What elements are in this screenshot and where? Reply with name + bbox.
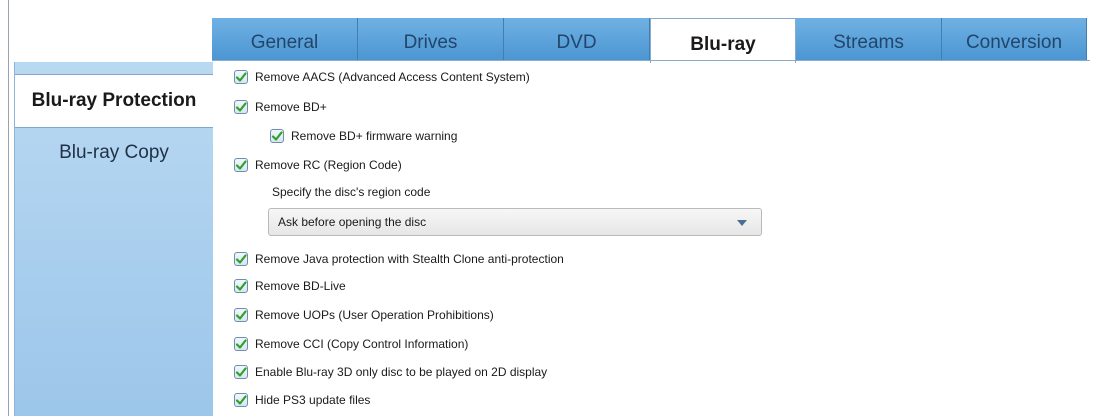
option-remove-bdplus-warning: Remove BD+ firmware warning xyxy=(270,127,457,145)
tab-label: General xyxy=(250,32,319,53)
option-remove-bdplus: Remove BD+ xyxy=(234,98,327,116)
checkbox-checked-icon[interactable] xyxy=(234,393,248,407)
option-label: Remove Java protection with Stealth Clon… xyxy=(255,252,564,266)
window-left-border xyxy=(8,0,9,416)
checkbox-checked-icon[interactable] xyxy=(234,365,248,379)
checkbox-checked-icon[interactable] xyxy=(234,308,248,322)
checkbox-checked-icon[interactable] xyxy=(234,279,248,293)
tab-label: Streams xyxy=(833,32,904,53)
option-remove-cci: Remove CCI (Copy Control Information) xyxy=(234,335,468,353)
checkbox-checked-icon[interactable] xyxy=(234,100,248,114)
option-label: Remove RC (Region Code) xyxy=(255,158,402,172)
tab-general[interactable]: General xyxy=(212,18,358,61)
sidebar-item-label: Blu-ray Protection xyxy=(31,90,197,111)
region-code-label: Specify the disc's region code xyxy=(272,185,431,199)
tab-label: Conversion xyxy=(965,32,1063,53)
tab-streams[interactable]: Streams xyxy=(796,18,942,61)
option-remove-uops: Remove UOPs (User Operation Prohibitions… xyxy=(234,306,494,324)
option-remove-rc: Remove RC (Region Code) xyxy=(234,156,402,174)
region-code-select[interactable]: Ask before opening the disc xyxy=(268,208,762,236)
tab-bluray[interactable]: Blu-ray xyxy=(650,18,796,63)
sidebar-item-bluray-copy[interactable]: Blu-ray Copy xyxy=(15,126,213,180)
option-label: Remove AACS (Advanced Access Content Sys… xyxy=(255,70,530,84)
checkbox-checked-icon[interactable] xyxy=(234,337,248,351)
option-hide-ps3: Hide PS3 update files xyxy=(234,391,370,409)
option-label: Remove BD+ firmware warning xyxy=(291,129,458,143)
sidebar: Blu-ray Protection Blu-ray Copy xyxy=(14,62,213,416)
checkbox-checked-icon[interactable] xyxy=(270,129,284,143)
option-remove-aacs: Remove AACS (Advanced Access Content Sys… xyxy=(234,68,530,86)
sidebar-item-bluray-protection[interactable]: Blu-ray Protection xyxy=(15,74,213,128)
option-remove-java: Remove Java protection with Stealth Clon… xyxy=(234,250,564,268)
region-code-value: Ask before opening the disc xyxy=(278,215,427,229)
option-label: Remove BD-Live xyxy=(255,279,346,293)
tab-label: DVD xyxy=(556,32,597,53)
option-label: Hide PS3 update files xyxy=(255,393,371,407)
tab-dvd[interactable]: DVD xyxy=(504,18,650,61)
option-label: Enable Blu-ray 3D only disc to be played… xyxy=(255,365,548,379)
option-remove-bdlive: Remove BD-Live xyxy=(234,277,346,295)
tab-label: Drives xyxy=(403,32,458,53)
tab-label: Blu-ray xyxy=(690,34,756,55)
tab-bar: General Drives DVD Blu-ray Streams Conve… xyxy=(212,18,1087,63)
tab-underline xyxy=(212,60,1090,61)
option-label: Remove BD+ xyxy=(255,100,327,114)
option-label: Remove CCI (Copy Control Information) xyxy=(255,337,469,351)
sidebar-item-label: Blu-ray Copy xyxy=(59,142,169,163)
chevron-down-icon[interactable] xyxy=(737,220,747,226)
checkbox-checked-icon[interactable] xyxy=(234,70,248,84)
checkbox-checked-icon[interactable] xyxy=(234,252,248,266)
tab-drives[interactable]: Drives xyxy=(358,18,504,61)
tab-conversion[interactable]: Conversion xyxy=(942,18,1087,61)
option-label: Remove UOPs (User Operation Prohibitions… xyxy=(255,308,494,322)
checkbox-checked-icon[interactable] xyxy=(234,158,248,172)
option-enable-3d: Enable Blu-ray 3D only disc to be played… xyxy=(234,363,547,381)
